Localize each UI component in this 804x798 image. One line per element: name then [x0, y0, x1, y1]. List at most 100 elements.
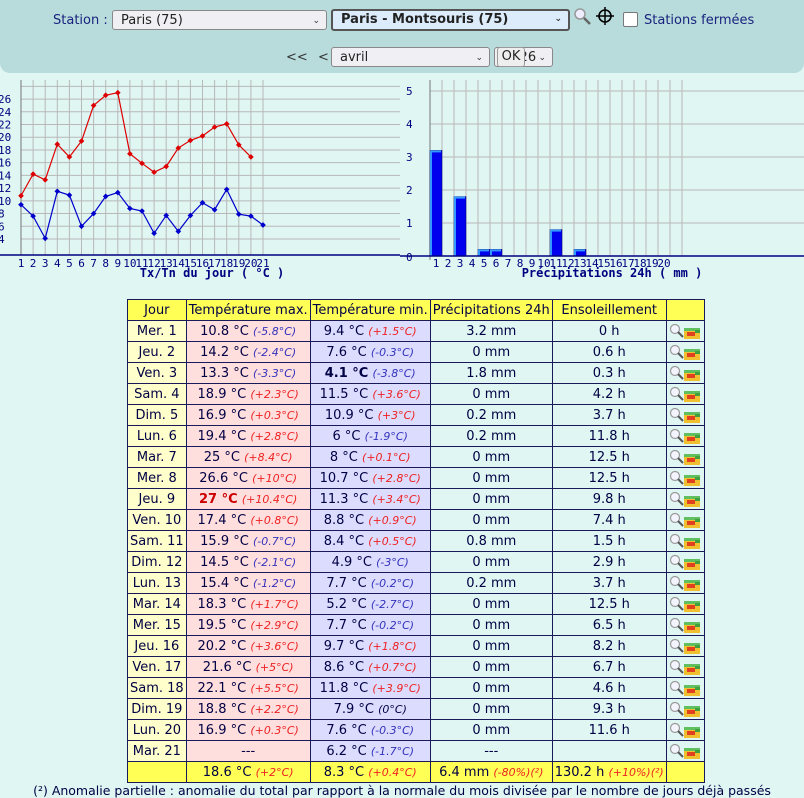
- tmax-anomaly: (+1.7°C): [250, 597, 299, 611]
- department-select[interactable]: Paris (75) ⌄: [112, 10, 327, 30]
- detail-icons[interactable]: [669, 533, 701, 549]
- tmin-anomaly: (-1.7°C): [370, 744, 415, 758]
- map-thumbnail-icon[interactable]: [684, 727, 701, 738]
- detail-icons[interactable]: [669, 743, 701, 759]
- map-thumbnail-icon[interactable]: [684, 349, 701, 360]
- map-thumbnail-icon[interactable]: [684, 454, 701, 465]
- month-select[interactable]: avril ⌄: [331, 47, 490, 67]
- map-thumbnail-icon[interactable]: [684, 685, 701, 696]
- details-cell: [665, 740, 705, 762]
- map-thumbnail-icon[interactable]: [684, 643, 701, 654]
- detail-icons[interactable]: [669, 512, 701, 528]
- day-cell: Dim. 5: [127, 404, 187, 426]
- previous-month-link[interactable]: <: [318, 50, 329, 65]
- detail-icons[interactable]: [669, 722, 701, 738]
- chart-title: Précipitations 24h ( mm ): [522, 266, 703, 280]
- previous-year-link[interactable]: <<: [286, 50, 308, 65]
- column-header: Précipitations 24h: [429, 299, 553, 321]
- y-tick-label: 14: [0, 169, 12, 182]
- table-row: Jeu. 2 14.2 °C (-2.4°C) 7.6 °C (-0.3°C) 0 m…: [127, 341, 705, 363]
- search-icon[interactable]: [573, 7, 593, 27]
- map-thumbnail-icon[interactable]: [684, 664, 701, 675]
- tmin-cell: 7.7 °C (-0.2°C): [309, 572, 431, 594]
- detail-icons[interactable]: [669, 407, 701, 423]
- tmax-anomaly: (+10°C): [252, 471, 298, 485]
- map-thumbnail-icon[interactable]: [684, 412, 701, 423]
- tmax-total: 18.6 °C: [202, 764, 252, 780]
- map-thumbnail-icon[interactable]: [684, 538, 701, 549]
- map-thumbnail-icon[interactable]: [684, 496, 701, 507]
- map-thumbnail-icon[interactable]: [684, 559, 701, 570]
- x-tick-label: 1: [18, 257, 25, 270]
- details-cell: [665, 383, 705, 405]
- map-thumbnail-icon[interactable]: [684, 328, 701, 339]
- tmin-anomaly: (+2.8°C): [372, 471, 421, 485]
- temperature-chart: 4681012141618202224261 2 3 4 5 6 7 8 9 1011121314…: [0, 80, 400, 280]
- detail-icons[interactable]: [669, 491, 701, 507]
- tmin-value: 8.6 °C: [323, 659, 365, 675]
- precip-bar-highlight: [574, 249, 576, 256]
- map-thumbnail-icon[interactable]: [684, 517, 701, 528]
- detail-icons[interactable]: [669, 680, 701, 696]
- closed-stations-checkbox[interactable]: [623, 12, 638, 27]
- tmax-value: 15.4 °C: [200, 575, 249, 591]
- day-cell: Ven. 17: [127, 656, 187, 678]
- map-thumbnail-icon[interactable]: [684, 391, 701, 402]
- details-cell: [665, 446, 705, 468]
- detail-icons[interactable]: [669, 554, 701, 570]
- detail-icons[interactable]: [669, 344, 701, 360]
- chevron-down-icon: ⌄: [312, 16, 320, 26]
- ok-button[interactable]: OK: [497, 47, 525, 67]
- tmin-cell: 6.2 °C (-1.7°C): [309, 740, 431, 762]
- x-tick-label: 9: [114, 257, 121, 270]
- map-thumbnail-icon[interactable]: [684, 475, 701, 486]
- map-thumbnail-icon[interactable]: [684, 748, 701, 759]
- table-row: Sam. 11 15.9 °C (-0.7°C) 8.4 °C (+0.5°C) 0.…: [127, 530, 705, 552]
- data-point-tn: [211, 206, 218, 213]
- detail-icons[interactable]: [669, 386, 701, 402]
- precip-cell: 1.8 mm: [429, 362, 553, 384]
- map-thumbnail-icon[interactable]: [684, 370, 701, 381]
- map-thumbnail-icon[interactable]: [684, 622, 701, 633]
- tmin-value: 11.5 °C: [319, 386, 369, 402]
- tmin-value: 5.2 °C: [326, 596, 367, 612]
- table-row: Lun. 20 16.9 °C (+0.3°C) 7.6 °C (-0.3°C) 0 …: [127, 719, 705, 741]
- detail-icons[interactable]: [669, 323, 701, 339]
- geolocate-crosshair-icon[interactable]: [595, 6, 615, 26]
- y-tick-label: 22: [0, 119, 11, 132]
- tmax-anomaly: (-1.2°C): [252, 576, 297, 590]
- detail-icons[interactable]: [669, 449, 701, 465]
- tmin-value: 9.4 °C: [323, 323, 365, 339]
- table-row: Sam. 18 22.1 °C (+5.5°C) 11.8 °C (+3.9°C) 0…: [127, 677, 705, 699]
- detail-icons[interactable]: [669, 701, 701, 717]
- closed-stations-label[interactable]: Stations fermées: [644, 13, 754, 28]
- station-select[interactable]: Paris - Montsouris (75) ⌄: [331, 9, 570, 31]
- tmax-value: 20.2 °C: [197, 638, 247, 654]
- detail-icons[interactable]: [669, 575, 701, 591]
- detail-icons[interactable]: [669, 470, 701, 486]
- detail-icons[interactable]: [669, 428, 701, 444]
- map-thumbnail-icon[interactable]: [684, 580, 701, 591]
- tmin-total-cell: 8.3 °C (+0.4°C): [309, 761, 431, 783]
- tmin-value: 4.9 °C: [331, 554, 372, 570]
- map-thumbnail-icon[interactable]: [684, 433, 701, 444]
- detail-icons[interactable]: [669, 596, 701, 612]
- map-thumbnail-icon[interactable]: [684, 601, 701, 612]
- tmax-anomaly: (+5°C): [255, 660, 294, 674]
- map-thumbnail-icon[interactable]: [684, 706, 701, 717]
- tmin-value: 9.7 °C: [323, 638, 365, 654]
- detail-icons[interactable]: [669, 659, 701, 675]
- tmax-cell: 14.2 °C (-2.4°C): [185, 341, 311, 363]
- table-row: Lun. 6 19.4 °C (+2.8°C) 6 °C (-1.9°C) 0.2 m…: [127, 425, 705, 447]
- tmax-value: 21.6 °C: [202, 659, 252, 675]
- tmin-anomaly: (-0.3°C): [370, 723, 415, 737]
- tmax-anomaly: (+2.2°C): [250, 702, 299, 716]
- tmax-anomaly: (+2.3°C): [250, 387, 299, 401]
- data-point-tx: [223, 121, 230, 127]
- detail-icons[interactable]: [669, 365, 701, 381]
- detail-icons[interactable]: [669, 617, 701, 633]
- detail-icons[interactable]: [669, 638, 701, 654]
- sunshine-cell: 2.9 h: [551, 551, 667, 573]
- day-cell: Sam. 11: [127, 530, 187, 552]
- day-cell: Sam. 18: [127, 677, 187, 699]
